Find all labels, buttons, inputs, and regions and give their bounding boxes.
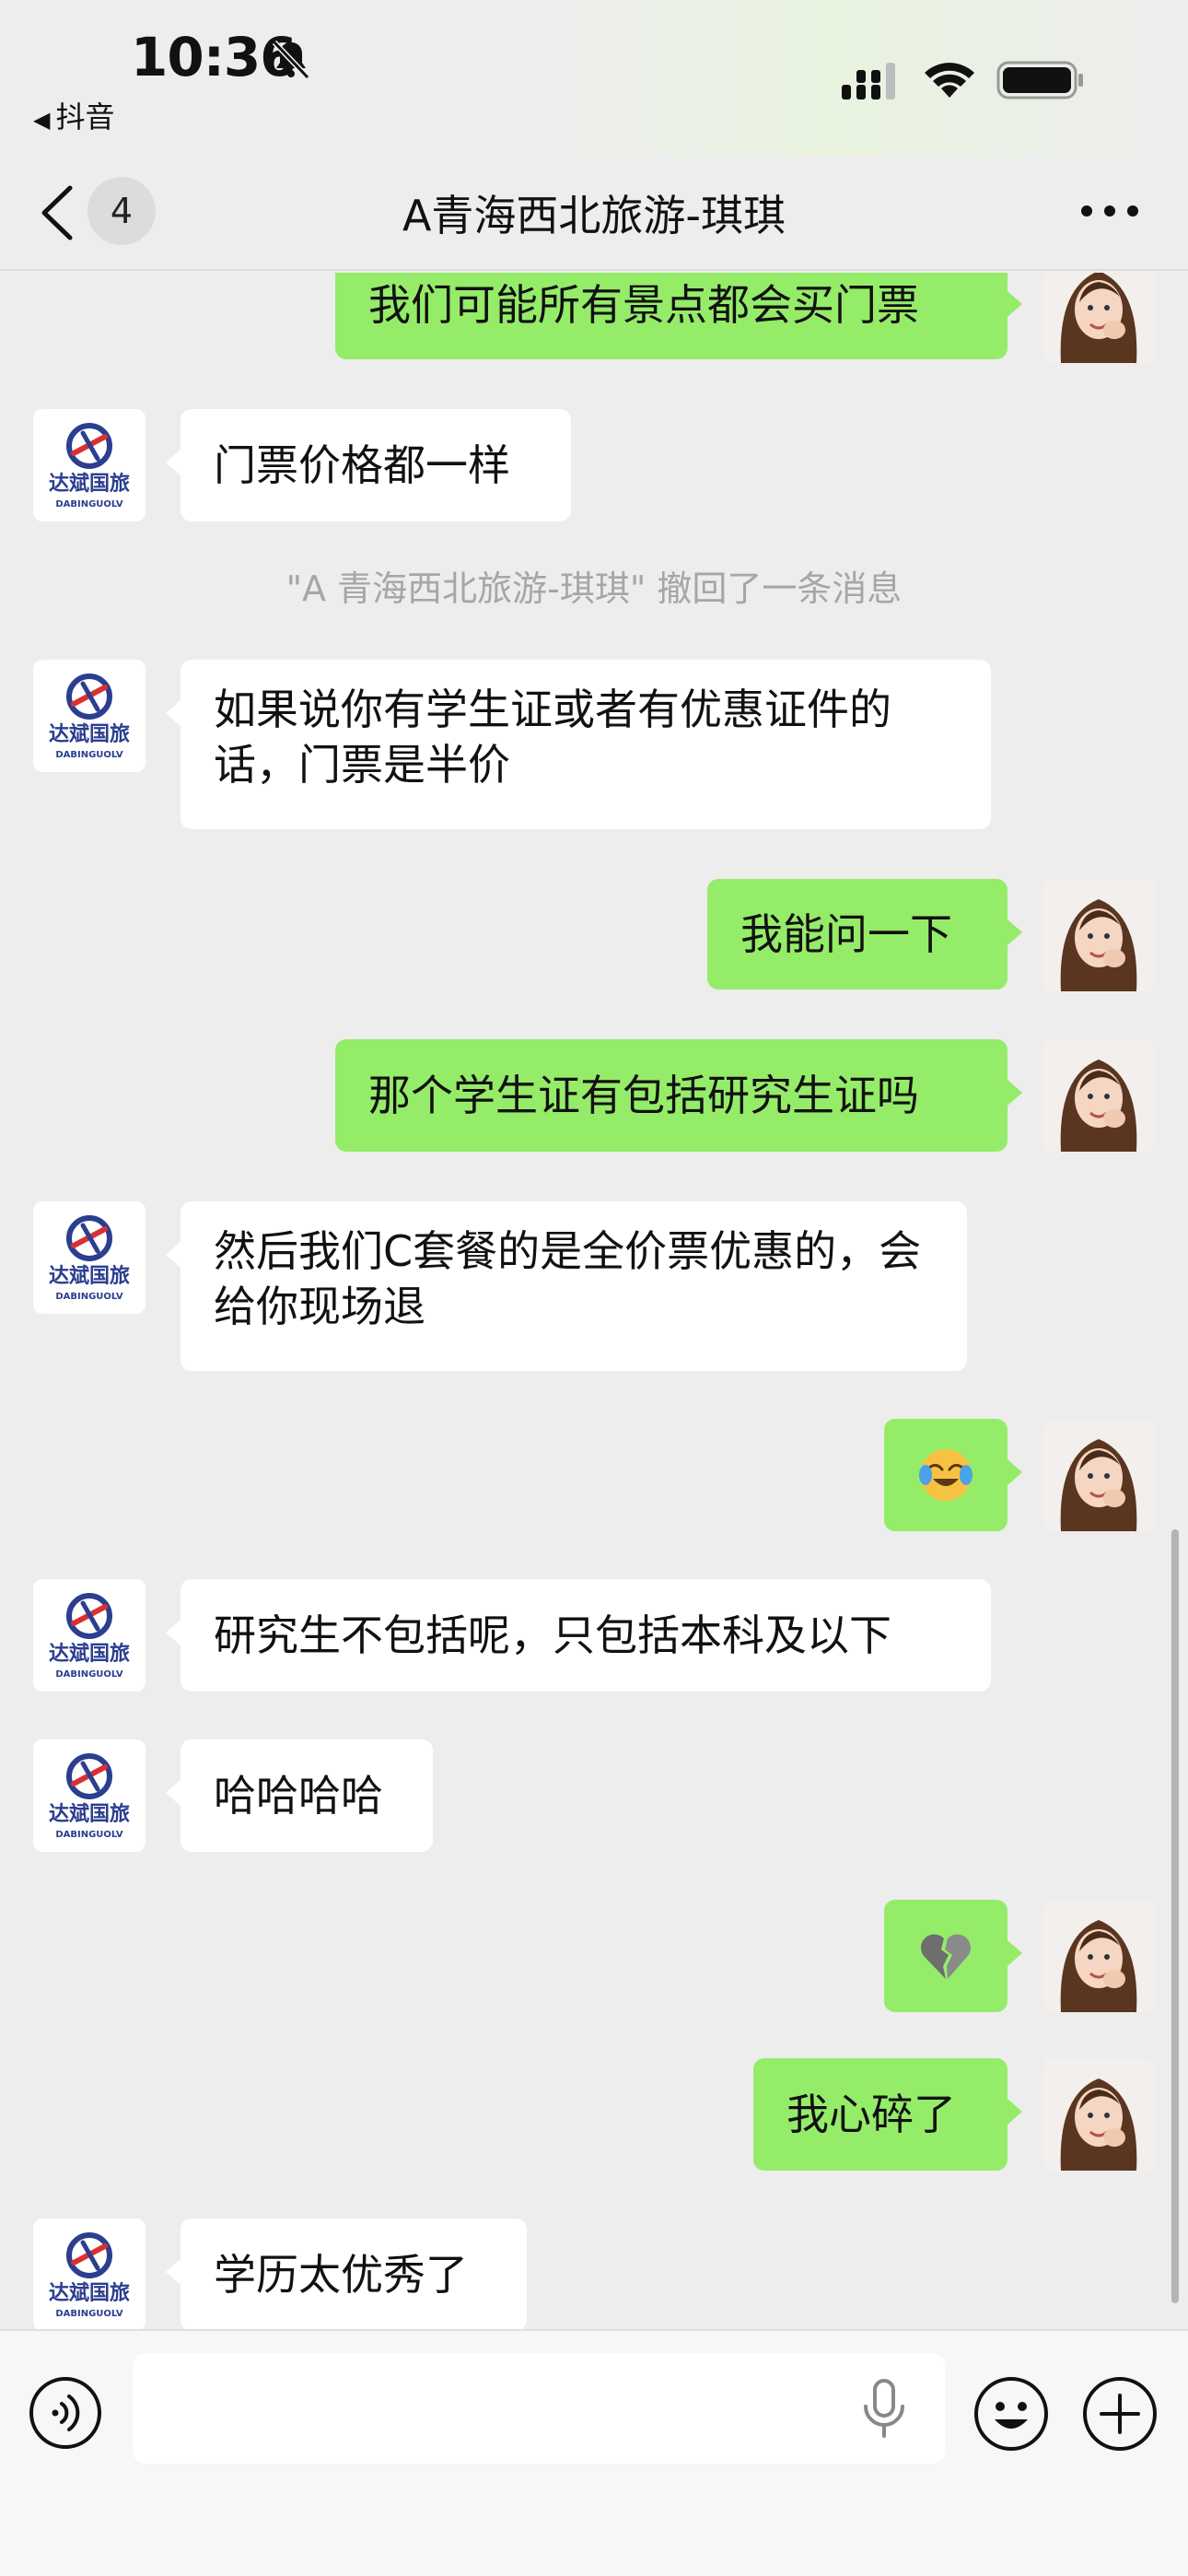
message-bubble[interactable]: 那个学生证有包括研究生证吗 [335,1039,1022,1152]
user-avatar[interactable] [1042,1039,1155,1152]
portrait-photo-icon [1042,1900,1155,2012]
message-text: 研究生不包括呢，只包括本科及以下 [214,1610,891,1660]
message-bubble[interactable]: 我心碎了 [753,2058,1022,2171]
brand-name-text: 达斌国旅 [49,1642,130,1666]
message-bubble[interactable] [884,1900,1022,2012]
message-bubble[interactable]: 学历太优秀了 [166,2219,527,2329]
brand-logo-icon: 达斌国旅 DABINGUOLV [49,423,130,509]
brand-logo-icon: 达斌国旅 DABINGUOLV [49,1593,130,1680]
message-bubble[interactable]: 哈哈哈哈 [166,1739,433,1852]
message-text: 学历太优秀了 [214,2250,468,2300]
message-bubble[interactable]: 如果说你有学生证或者有优惠证件的话，门票是半价 [166,660,991,829]
brand-name-text: 达斌国旅 [49,472,130,496]
brand-en-text: DABINGUOLV [55,1830,123,1840]
user-avatar[interactable] [1042,273,1155,363]
portrait-photo-icon [1042,2058,1155,2171]
brand-en-text: DABINGUOLV [55,2309,123,2319]
contact-avatar[interactable]: 达斌国旅 DABINGUOLV [33,1201,146,1314]
message-list[interactable]: 我们可能所有景点都会买门票 达斌国旅 DABINGUOLV 门票价格都一样 "A … [0,273,1188,2329]
message-text: 我能问一下 [740,909,952,959]
message-bubble[interactable]: 我能问一下 [707,879,1022,989]
back-triangle-icon: ◀ [33,107,51,133]
user-avatar[interactable] [1042,879,1155,991]
user-avatar[interactable] [1042,1900,1155,2012]
user-avatar[interactable] [1042,1419,1155,1531]
scrollbar[interactable] [1171,1529,1179,2303]
brand-name-text: 达斌国旅 [49,722,130,746]
recall-notice: "A 青海西北旅游-琪琪" 撤回了一条消息 [285,568,903,609]
message-text: 我们可能所有景点都会买门票 [368,280,919,330]
message-bubble[interactable]: 研究生不包括呢，只包括本科及以下 [166,1579,991,1692]
brand-en-text: DABINGUOLV [55,750,123,760]
message-text: 然后我们C套餐的是全价票优惠的，会给你现场退 [214,1226,922,1331]
message-bubble[interactable] [884,1419,1022,1531]
portrait-photo-icon [1042,879,1155,991]
chat-header: 4 A青海西北旅游-琪琪 [0,157,1188,271]
back-app-label: 抖音 [55,100,115,135]
message-text: 我心碎了 [786,2090,956,2139]
battery-icon [996,61,1083,100]
microphone-icon[interactable] [856,2377,912,2441]
contact-avatar[interactable]: 达斌国旅 DABINGUOLV [33,660,146,772]
brand-logo-icon: 达斌国旅 DABINGUOLV [49,673,130,760]
message-text: 如果说你有学生证或者有优惠证件的话，门票是半价 [214,685,891,790]
message-text: 门票价格都一样 [214,440,510,490]
portrait-photo-icon [1042,273,1155,363]
contact-avatar[interactable]: 达斌国旅 DABINGUOLV [33,409,146,521]
wifi-icon [925,63,974,98]
brand-logo-icon: 达斌国旅 DABINGUOLV [49,1215,130,1302]
user-avatar[interactable] [1042,2058,1155,2171]
contact-avatar[interactable]: 达斌国旅 DABINGUOLV [33,2219,146,2329]
brand-logo-icon: 达斌国旅 DABINGUOLV [49,1753,130,1840]
bell-muted-icon [272,40,310,80]
contact-avatar[interactable]: 达斌国旅 DABINGUOLV [33,1739,146,1852]
message-bubble[interactable]: 然后我们C套餐的是全价票优惠的，会给你现场退 [166,1201,967,1371]
message-text: 哈哈哈哈 [214,1771,383,1821]
brand-name-text: 达斌国旅 [49,2281,130,2305]
brand-en-text: DABINGUOLV [55,1669,123,1680]
message-bubble[interactable]: 我们可能所有景点都会买门票 [335,273,1022,359]
status-bar: 10:36 ◀ 抖音 [0,0,1188,157]
back-to-app-link[interactable]: ◀ 抖音 [33,94,114,136]
add-attachment-icon[interactable] [1081,2375,1159,2453]
crying-laughing-emoji-icon [919,1449,973,1501]
message-bubble[interactable]: 门票价格都一样 [166,409,571,521]
brand-name-text: 达斌国旅 [49,1264,130,1288]
broken-heart-emoji-icon [921,1934,971,1979]
composer-bar [0,2329,1188,2576]
cellular-signal-icon [842,63,895,100]
portrait-photo-icon [1042,1419,1155,1531]
more-options-icon[interactable] [1077,197,1142,225]
chat-title: A青海西北旅游-琪琪 [402,191,786,240]
chat-screen: 10:36 ◀ 抖音 4 A青海西北旅游-琪琪 我们可能所有景点都会买门票 达斌… [0,0,1188,2576]
contact-avatar[interactable]: 达斌国旅 DABINGUOLV [33,1579,146,1692]
emoji-picker-icon[interactable] [973,2375,1050,2453]
voice-input-icon[interactable] [28,2375,103,2451]
brand-name-text: 达斌国旅 [49,1802,130,1826]
portrait-photo-icon [1042,1039,1155,1152]
brand-en-text: DABINGUOLV [55,1292,123,1302]
brand-en-text: DABINGUOLV [55,499,123,509]
brand-logo-icon: 达斌国旅 DABINGUOLV [49,2232,130,2319]
message-input[interactable] [133,2353,945,2464]
message-text: 那个学生证有包括研究生证吗 [368,1071,919,1120]
